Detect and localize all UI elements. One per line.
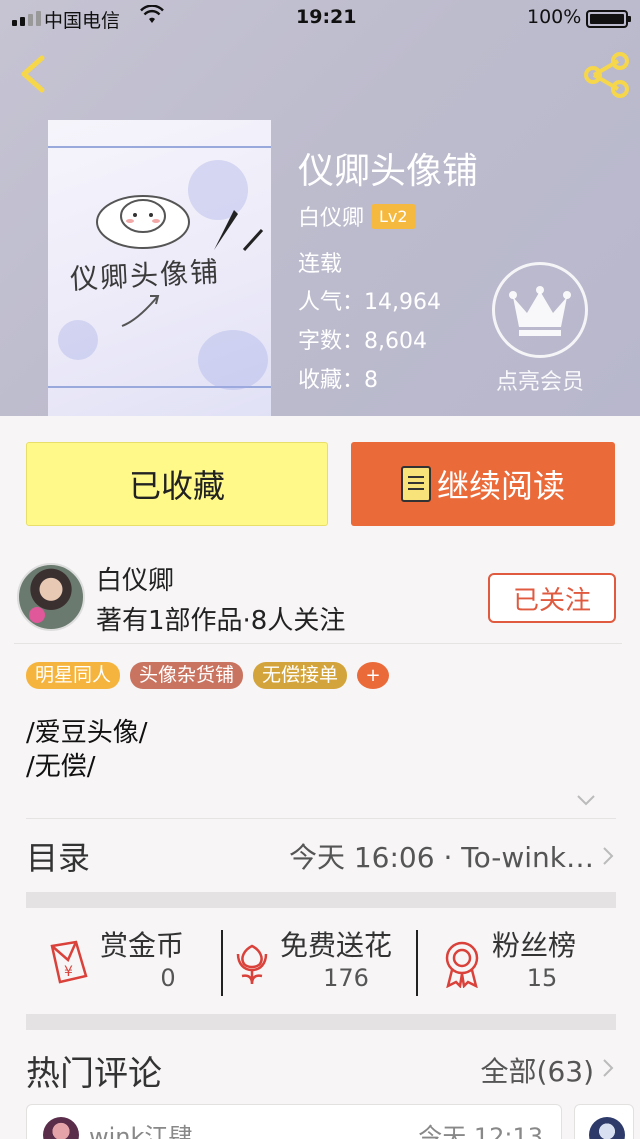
- comment-card[interactable]: wink江肆 今天 12:13: [26, 1104, 562, 1139]
- author-avatar[interactable]: [17, 563, 85, 631]
- battery-icon: [586, 10, 631, 28]
- book-description: /爱豆头像/ /无偿/: [26, 716, 148, 784]
- fan-ranking-button[interactable]: 粉丝榜 15: [440, 922, 616, 998]
- follow-button[interactable]: 已关注: [488, 573, 616, 623]
- share-icon: [584, 52, 629, 98]
- commenter-avatar[interactable]: [43, 1117, 79, 1139]
- tag-list: 明星同人 头像杂货铺 无偿接单 +: [26, 662, 390, 689]
- carrier-label: 中国电信: [44, 10, 121, 32]
- back-button[interactable]: [14, 52, 54, 96]
- author-card-stats: 著有1部作品·8人关注: [96, 606, 346, 636]
- commenter-avatar[interactable]: [589, 1117, 625, 1139]
- support-stats-row: ¥ 赏金币 0 免费送花 176 粉丝榜 15: [26, 922, 616, 998]
- expand-description-button[interactable]: [574, 790, 598, 810]
- author-card-name[interactable]: 白仪卿: [96, 560, 174, 597]
- medal-icon: [445, 941, 479, 988]
- section-separator: [26, 892, 616, 908]
- arrow-icon: [121, 295, 160, 327]
- book-icon: [400, 466, 431, 502]
- follow-label: 已关注: [512, 585, 591, 616]
- book-header: 中国电信 19:21 100% 仪卿头像铺 仪卿头像铺 白仪卿 Lv2 连载 人…: [0, 0, 640, 416]
- comment-time: 今天 12:13: [418, 1123, 543, 1139]
- signal-icon: [12, 11, 41, 26]
- crown-icon: [492, 262, 588, 358]
- reward-coins-label: 赏金币: [100, 929, 185, 962]
- book-title: 仪卿头像铺: [298, 151, 479, 192]
- serial-status: 连载: [298, 252, 343, 277]
- status-bar: 中国电信 19:21 100%: [0, 0, 640, 36]
- section-separator: [26, 1014, 616, 1030]
- continue-reading-label: 继续阅读: [436, 467, 565, 505]
- fan-ranking-value: 15: [526, 964, 558, 992]
- send-flower-value: 176: [323, 964, 369, 992]
- svg-text:¥: ¥: [64, 964, 73, 980]
- level-badge: Lv2: [372, 203, 415, 229]
- author-name[interactable]: 白仪卿: [298, 200, 364, 232]
- chevron-right-icon: [603, 847, 614, 865]
- book-author[interactable]: 白仪卿 Lv2: [298, 200, 415, 232]
- description-line: /无偿/: [26, 752, 96, 782]
- reward-coins-value: 0: [160, 964, 176, 992]
- popularity-stat: 人气：14,964: [298, 290, 441, 315]
- favorites-stat: 收藏：8: [298, 368, 378, 393]
- comment-card[interactable]: [574, 1104, 634, 1139]
- chevron-left-icon: [21, 55, 45, 93]
- cloud-mascot-icon: [96, 195, 190, 249]
- toc-latest-chapter: 今天 16:06 · To-wink…: [288, 841, 594, 874]
- tag-item[interactable]: 无偿接单: [253, 662, 348, 689]
- wifi-icon: [140, 4, 164, 30]
- favorited-label: 已收藏: [128, 467, 225, 505]
- all-comments-link[interactable]: 全部(63): [481, 1050, 594, 1090]
- favorited-button[interactable]: 已收藏: [26, 442, 328, 526]
- chevron-down-icon: [577, 795, 595, 806]
- divider: [416, 930, 418, 996]
- divider: [26, 818, 616, 819]
- clock: 19:21: [296, 6, 357, 28]
- tag-item[interactable]: 头像杂货铺: [130, 662, 244, 689]
- divider: [221, 930, 223, 996]
- vip-button[interactable]: 点亮会员: [486, 262, 594, 395]
- fan-ranking-label: 粉丝榜: [492, 929, 577, 962]
- send-flower-label: 免费送花: [280, 929, 393, 962]
- tag-item[interactable]: 明星同人: [26, 662, 121, 689]
- flower-icon: [236, 944, 268, 985]
- book-cover[interactable]: 仪卿头像铺: [48, 120, 271, 416]
- hot-comments-title: 热门评论: [26, 1054, 162, 1094]
- word-count-stat: 字数：8,604: [298, 329, 427, 354]
- send-flower-button[interactable]: 免费送花 176: [232, 922, 418, 998]
- add-tag-button[interactable]: +: [357, 662, 390, 689]
- share-button[interactable]: [582, 52, 632, 98]
- commenter-name[interactable]: wink江肆: [89, 1117, 192, 1139]
- table-of-contents-row[interactable]: 目录 今天 16:06 · To-wink…: [26, 830, 616, 882]
- hot-comments-header: 热门评论 全部(63): [26, 1040, 616, 1096]
- red-envelope-icon: ¥: [50, 940, 88, 984]
- battery-percent: 100%: [527, 6, 582, 28]
- description-line: /爱豆头像/: [26, 718, 148, 748]
- divider: [14, 643, 622, 644]
- toc-label: 目录: [26, 839, 91, 877]
- continue-reading-button[interactable]: 继续阅读: [351, 442, 615, 526]
- reward-coins-button[interactable]: ¥ 赏金币 0: [46, 922, 216, 998]
- vip-label: 点亮会员: [495, 370, 584, 395]
- chevron-right-icon: [603, 1059, 614, 1077]
